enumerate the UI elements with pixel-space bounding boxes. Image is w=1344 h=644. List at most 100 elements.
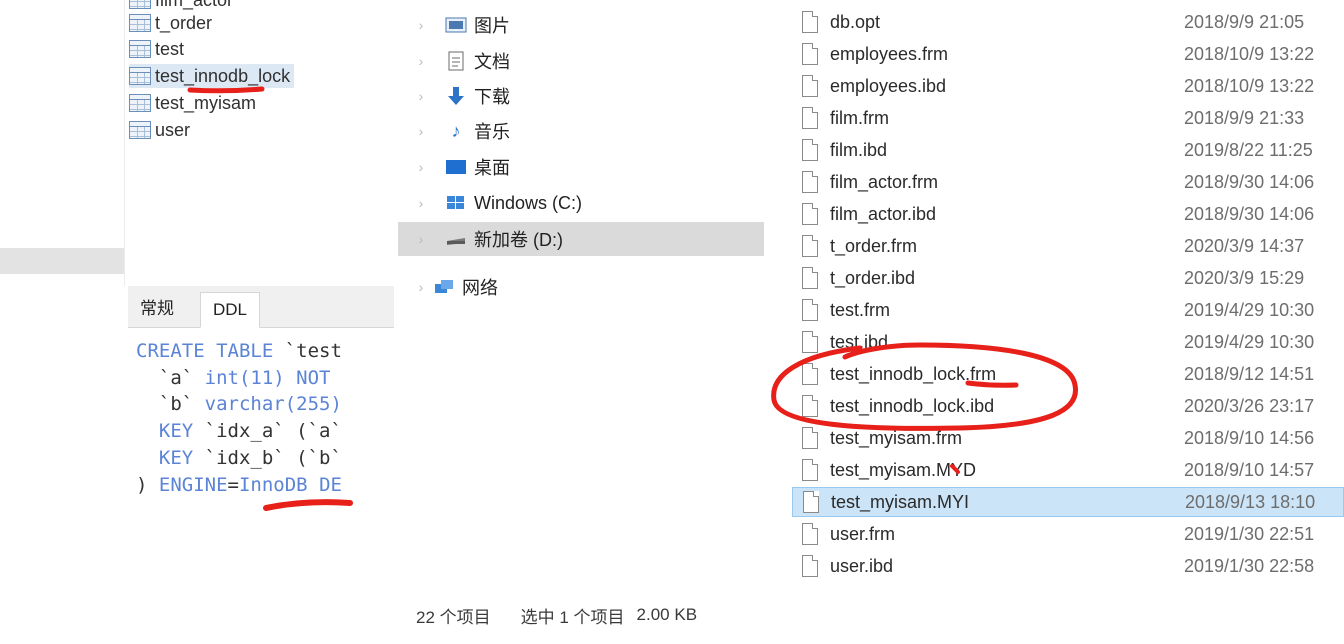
ddl-type: int(11) [204, 366, 285, 389]
chevron-right-icon[interactable]: › [398, 231, 444, 247]
file-row[interactable]: employees.ibd 2018/10/9 13:22 [792, 71, 1344, 101]
ddl-text: `test [273, 340, 342, 362]
file-icon [802, 75, 818, 97]
file-name: employees.ibd [830, 75, 947, 96]
file-row[interactable]: user.frm 2019/1/30 22:51 [792, 519, 1344, 549]
ddl-text: = [227, 473, 239, 496]
nav-item-pictures[interactable]: › 图片 [398, 8, 764, 42]
documents-icon [444, 51, 468, 71]
file-list: db.opt 2018/9/9 21:05 employees.frm 2018/1… [768, 0, 1344, 590]
file-date: 2019/1/30 22:58 [1184, 555, 1315, 576]
file-row[interactable]: test_innodb_lock.ibd 2020/3/26 23:17 [792, 391, 1344, 421]
ddl-text: `a` [136, 366, 205, 389]
table-item-label: t_order [155, 12, 213, 33]
ddl-keyword: NOT [284, 366, 331, 389]
downloads-icon [444, 86, 468, 106]
file-name: employees.frm [830, 43, 949, 64]
file-name: test.frm [830, 299, 891, 320]
table-item-label: test [155, 38, 185, 59]
file-row[interactable]: film_actor.frm 2018/9/30 14:06 [792, 167, 1344, 197]
file-icon [803, 491, 819, 513]
ddl-engine-value: InnoDB [238, 473, 308, 496]
file-row[interactable]: employees.frm 2018/10/9 13:22 [792, 39, 1344, 69]
file-icon [802, 555, 818, 577]
file-icon [802, 107, 818, 129]
table-item[interactable]: t_order [129, 11, 212, 35]
file-row[interactable]: test.ibd 2019/4/29 10:30 [792, 327, 1344, 357]
file-date: 2018/9/9 21:33 [1184, 107, 1305, 128]
nav-item-label: 新加卷 (D:) [474, 230, 563, 250]
table-item-selected[interactable]: test_innodb_lock [129, 64, 295, 88]
table-item[interactable]: test [129, 37, 184, 61]
table-item[interactable]: user [129, 118, 190, 142]
network-icon [432, 277, 456, 297]
file-icon [802, 235, 818, 257]
chevron-right-icon[interactable]: › [398, 53, 444, 69]
file-row[interactable]: test_myisam.frm 2018/9/10 14:56 [792, 423, 1344, 453]
status-selection: 选中 1 个项目 [520, 607, 625, 627]
chevron-right-icon[interactable]: › [398, 195, 444, 211]
file-date: 2019/4/29 10:30 [1184, 299, 1315, 320]
table-icon [129, 0, 151, 9]
file-row[interactable]: test_myisam.MYD 2018/9/10 14:57 [792, 455, 1344, 485]
file-name: test_innodb_lock.frm [830, 363, 997, 384]
windows-drive-icon [444, 193, 468, 213]
file-row[interactable]: film.ibd 2019/8/22 11:25 [792, 135, 1344, 165]
file-name: user.ibd [830, 555, 894, 576]
table-icon [129, 67, 151, 85]
table-item-label: test_myisam [155, 92, 257, 113]
file-name: test_myisam.MYI [831, 491, 970, 512]
file-date: 2018/9/30 14:06 [1184, 171, 1315, 192]
file-icon [802, 43, 818, 65]
file-date: 2019/4/29 10:30 [1184, 331, 1315, 352]
file-row[interactable]: t_order.ibd 2020/3/9 15:29 [792, 263, 1344, 293]
table-item[interactable]: test_myisam [129, 91, 256, 115]
chevron-right-icon[interactable]: › [398, 123, 444, 139]
file-name: film.ibd [830, 139, 888, 160]
file-row[interactable]: t_order.frm 2020/3/9 14:37 [792, 231, 1344, 261]
file-row[interactable]: test.frm 2019/4/29 10:30 [792, 295, 1344, 325]
tab-ddl[interactable]: DDL [200, 292, 261, 328]
file-name: film_actor.ibd [830, 203, 937, 224]
nav-item-drive-c[interactable]: › Windows (C:) [398, 186, 764, 220]
file-name: film.frm [830, 107, 889, 128]
nav-item-downloads[interactable]: › 下载 [398, 79, 764, 113]
file-icon [802, 427, 818, 449]
chevron-right-icon[interactable]: › [398, 88, 444, 104]
table-icon [129, 94, 151, 112]
nav-item-label: 网络 [462, 278, 498, 298]
file-row[interactable]: db.opt 2018/9/9 21:05 [792, 7, 1344, 37]
file-icon [802, 267, 818, 289]
file-name: test_innodb_lock.ibd [830, 395, 995, 416]
status-item-count: 22 个项目 [416, 607, 491, 627]
file-date: 2018/9/10 14:56 [1184, 427, 1315, 448]
nav-item-desktop[interactable]: › 桌面 [398, 150, 764, 184]
chevron-right-icon[interactable]: › [398, 17, 444, 33]
ddl-keyword: ENGINE [158, 473, 228, 496]
file-date: 2018/10/9 13:22 [1184, 43, 1315, 64]
tab-general[interactable]: 常规 [128, 292, 186, 328]
nav-item-drive-d[interactable]: › 新加卷 (D:) [398, 222, 764, 256]
nav-item-label: 下载 [474, 87, 510, 107]
file-row[interactable]: film.frm 2018/9/9 21:33 [792, 103, 1344, 133]
chevron-right-icon[interactable]: › [398, 159, 444, 175]
file-name: test_myisam.frm [830, 427, 963, 448]
file-row[interactable]: test_innodb_lock.frm 2018/9/12 14:51 [792, 359, 1344, 389]
table-item-label: test_innodb_lock [155, 65, 291, 86]
file-row[interactable]: film_actor.ibd 2018/9/30 14:06 [792, 199, 1344, 229]
ddl-keyword: KEY [136, 446, 194, 469]
file-row-selected[interactable]: test_myisam.MYI 2018/9/13 18:10 [792, 487, 1344, 517]
navigation-pane: › 图片 › 文档 › 下载 › ♪ 音乐 › 桌面 › Windows (C:… [398, 0, 764, 590]
table-icon [129, 40, 151, 58]
file-icon [802, 331, 818, 353]
left-panel-selected-row[interactable] [0, 248, 124, 274]
nav-item-music[interactable]: › ♪ 音乐 [398, 114, 764, 148]
pictures-icon [444, 15, 468, 35]
nav-item-documents[interactable]: › 文档 [398, 44, 764, 78]
file-date: 2019/8/22 11:25 [1184, 139, 1313, 160]
file-name: film_actor.frm [830, 171, 939, 192]
file-row[interactable]: user.ibd 2019/1/30 22:58 [792, 551, 1344, 581]
file-name: db.opt [830, 11, 881, 32]
ddl-text: `idx_a` (`a` [193, 420, 342, 443]
nav-item-network[interactable]: › 网络 [398, 270, 764, 304]
